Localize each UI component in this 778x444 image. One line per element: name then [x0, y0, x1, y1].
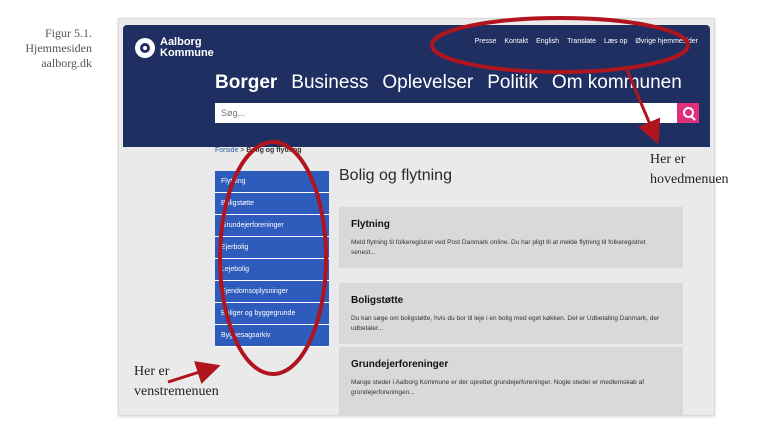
site-logo[interactable]: Aalborg Kommune: [135, 37, 220, 59]
card-text: Du kan søge om boligstøtte, hvis du bor …: [351, 315, 660, 332]
annotation-left-menu-line-2: venstremenuen: [134, 384, 219, 399]
breadcrumb: Forside > Bolig og flytning: [215, 147, 302, 154]
main-nav-om-kommunen[interactable]: Om kommunen: [552, 72, 682, 94]
left-menu-item-ejerbolig[interactable]: Ejerbolig: [215, 237, 329, 259]
figure-caption-number: Figur 5.1.: [44, 26, 92, 40]
content-card-grundejerforeninger[interactable]: Grundejerforeninger Mange steder i Aalbo…: [339, 347, 683, 415]
left-menu-item-ejendomsoplysninger[interactable]: Ejendomsoplysninger: [215, 281, 329, 303]
left-menu-item-lejebolig[interactable]: Lejebolig: [215, 259, 329, 281]
top-link-kontakt[interactable]: Kontakt: [504, 38, 528, 45]
main-nav-business[interactable]: Business: [291, 72, 368, 94]
search-bar: [215, 103, 699, 123]
card-title[interactable]: Grundejerforeninger: [351, 359, 671, 370]
top-link-other-sites[interactable]: Øvrige hjemmesider: [635, 38, 698, 45]
figure-caption: Figur 5.1. Hjemmesiden aalborg.dk: [0, 26, 92, 71]
card-title[interactable]: Boligstøtte: [351, 295, 671, 306]
top-link-translate[interactable]: Translate: [567, 38, 596, 45]
figure-caption-title: Hjemmesiden: [25, 41, 92, 55]
breadcrumb-current: Bolig og flytning: [246, 147, 302, 154]
left-menu-item-boliger-byggegrunde[interactable]: Boliger og byggegrunde: [215, 303, 329, 325]
left-menu-item-grundejerforeninger[interactable]: Grundejerforeninger: [215, 215, 329, 237]
card-text: Mange steder i Aalborg Kommune er der op…: [351, 379, 645, 396]
content-card-boligstotte[interactable]: Boligstøtte Du kan søge om boligstøtte, …: [339, 283, 683, 344]
breadcrumb-home[interactable]: Forside: [215, 147, 238, 154]
annotation-main-menu: Her er hovedmenuen: [650, 150, 729, 190]
left-menu-item-byggesagsarkiv[interactable]: Byggesagsarkiv: [215, 325, 329, 347]
search-icon[interactable]: [677, 103, 699, 123]
search-input[interactable]: [215, 103, 677, 123]
annotation-main-menu-line-1: Her er: [650, 152, 686, 167]
seal-icon: [135, 38, 155, 58]
main-nav: Borger Business Oplevelser Politik Om ko…: [215, 72, 682, 94]
top-link-english[interactable]: English: [536, 38, 559, 45]
left-menu-item-flytning[interactable]: Flytning: [215, 171, 329, 193]
content-card-flytning[interactable]: Flytning Meld flytning til folkeregistre…: [339, 207, 683, 268]
page-title: Bolig og flytning: [339, 167, 452, 184]
main-nav-oplevelser[interactable]: Oplevelser: [382, 72, 473, 94]
logo-line-2: Kommune: [160, 47, 214, 59]
annotation-left-menu-line-1: Her er: [134, 364, 170, 379]
breadcrumb-separator: >: [240, 147, 245, 154]
website-screenshot: Aalborg Kommune Presse Kontakt English T…: [118, 18, 715, 416]
top-links: Presse Kontakt English Translate Læs op …: [475, 38, 698, 45]
card-title[interactable]: Flytning: [351, 219, 671, 230]
annotation-left-menu: Her er venstremenuen: [134, 362, 219, 402]
top-link-presse[interactable]: Presse: [475, 38, 497, 45]
annotation-main-menu-line-2: hovedmenuen: [650, 172, 729, 187]
top-link-laes-op[interactable]: Læs op: [604, 38, 627, 45]
site-header: Aalborg Kommune Presse Kontakt English T…: [123, 25, 710, 147]
main-nav-politik[interactable]: Politik: [487, 72, 538, 94]
left-menu: Flytning Boligstøtte Grundejerforeninger…: [215, 171, 329, 347]
left-menu-item-boligstotte[interactable]: Boligstøtte: [215, 193, 329, 215]
card-text: Meld flytning til folkeregistret ved Pos…: [351, 239, 646, 256]
main-nav-borger[interactable]: Borger: [215, 72, 277, 94]
figure-caption-site: aalborg.dk: [41, 56, 92, 70]
